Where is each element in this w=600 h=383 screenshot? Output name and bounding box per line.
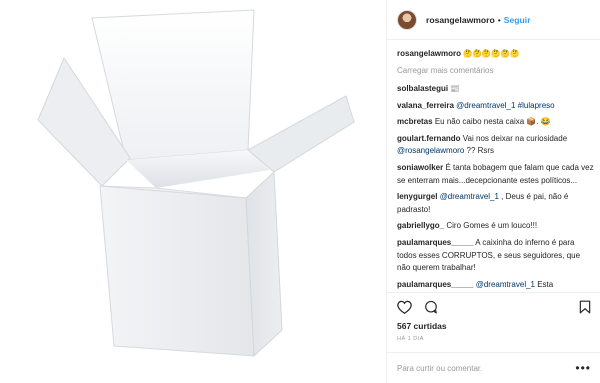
header-separator: • (497, 14, 501, 25)
comment-item: solbalastegui 📰 (397, 83, 595, 95)
more-options-icon[interactable]: ••• (575, 361, 591, 375)
comment-username[interactable]: goulart.fernando (397, 134, 461, 143)
bookmark-icon[interactable] (579, 300, 591, 314)
post-sidebar: rosangelawmoro • Seguir rosangelawmoro 🤔… (386, 0, 600, 383)
comment-item: goulart.fernando Vai nos deixar na curio… (397, 133, 595, 158)
caption-text: 🤔🤔🤔🤔🤔🤔 (463, 49, 520, 58)
add-comment-bar: ••• (387, 352, 600, 383)
caption-username[interactable]: rosangelawmoro (397, 49, 461, 58)
comment-mention-link[interactable]: @dreamtravel_1 (476, 280, 535, 289)
comment-item: lenygurgel @dreamtravel_1 , Deus é pai, … (397, 191, 595, 216)
heart-icon[interactable] (397, 300, 412, 314)
comment-username[interactable]: valana_ferreira (397, 101, 454, 110)
white-box-image (37, 9, 355, 358)
caption: rosangelawmoro 🤔🤔🤔🤔🤔🤔 (397, 48, 595, 60)
post-age[interactable]: HÁ 1 DIA (397, 336, 591, 342)
load-more-comments-button[interactable]: Carregar mais comentários (397, 65, 595, 77)
comment-mention-link[interactable]: @dreamtravel_1 (440, 192, 499, 201)
comment-thread: solbalastegui 📰 valana_ferreira @dreamtra… (397, 83, 595, 291)
comment-username[interactable]: paulamarques_____ (397, 238, 474, 247)
comments-list: rosangelawmoro 🤔🤔🤔🤔🤔🤔 Carregar mais come… (397, 48, 595, 292)
comment-input[interactable] (397, 363, 576, 373)
comment-mention-link[interactable]: #lulapreso (518, 101, 555, 110)
comment-text: Vai nos deixar na curiosidade (462, 134, 568, 144)
comment-item: soniawolker É tanta bobagem que falam qu… (397, 162, 595, 187)
comment-text: 📰 (450, 83, 461, 93)
comment-username[interactable]: gabriellygo_ (397, 221, 444, 230)
box-right-flap (247, 95, 355, 173)
comment-item: paulamarques_____ A caixinha do inferno … (397, 237, 595, 274)
comment-icon[interactable] (424, 300, 438, 314)
comment-item: gabriellygo_ Ciro Gomes é um louco!!! (397, 220, 595, 232)
comment-item: valana_ferreira @dreamtravel_1 #lulapres… (397, 100, 595, 112)
post-actions: 567 curtidas HÁ 1 DIA (387, 292, 600, 352)
likes-count[interactable]: 567 curtidas (397, 320, 591, 332)
comment-text: Esta (535, 279, 554, 289)
header-username[interactable]: rosangelawmoro (426, 15, 495, 25)
comment-username[interactable]: paulamarques_____ (397, 280, 474, 289)
comment-username[interactable]: soniawolker (397, 163, 443, 172)
comment-username[interactable]: lenygurgel (397, 192, 437, 201)
comment-mention-link[interactable]: @rosangelawmoro (397, 146, 464, 155)
comment-item: mcbretas Eu não caibo nesta caixa 📦. 😂 (397, 116, 595, 128)
follow-button[interactable]: Seguir (504, 15, 531, 25)
comment-text: Eu não caibo nesta caixa 📦. 😂 (434, 117, 551, 127)
post-photo (0, 0, 386, 383)
comment-username[interactable]: mcbretas (397, 117, 433, 126)
comment-username[interactable]: solbalastegui (397, 84, 448, 93)
comment-text: ?? Rsrs (464, 146, 495, 156)
box-front-face (99, 185, 255, 357)
avatar[interactable] (397, 9, 417, 30)
comment-item: paulamarques_____ @dreamtravel_1 Esta (397, 279, 595, 291)
comment-text: Ciro Gomes é um louco!!! (446, 221, 538, 231)
post-header: rosangelawmoro • Seguir (387, 0, 600, 40)
comment-mention-link[interactable]: @dreamtravel_1 (456, 101, 515, 110)
